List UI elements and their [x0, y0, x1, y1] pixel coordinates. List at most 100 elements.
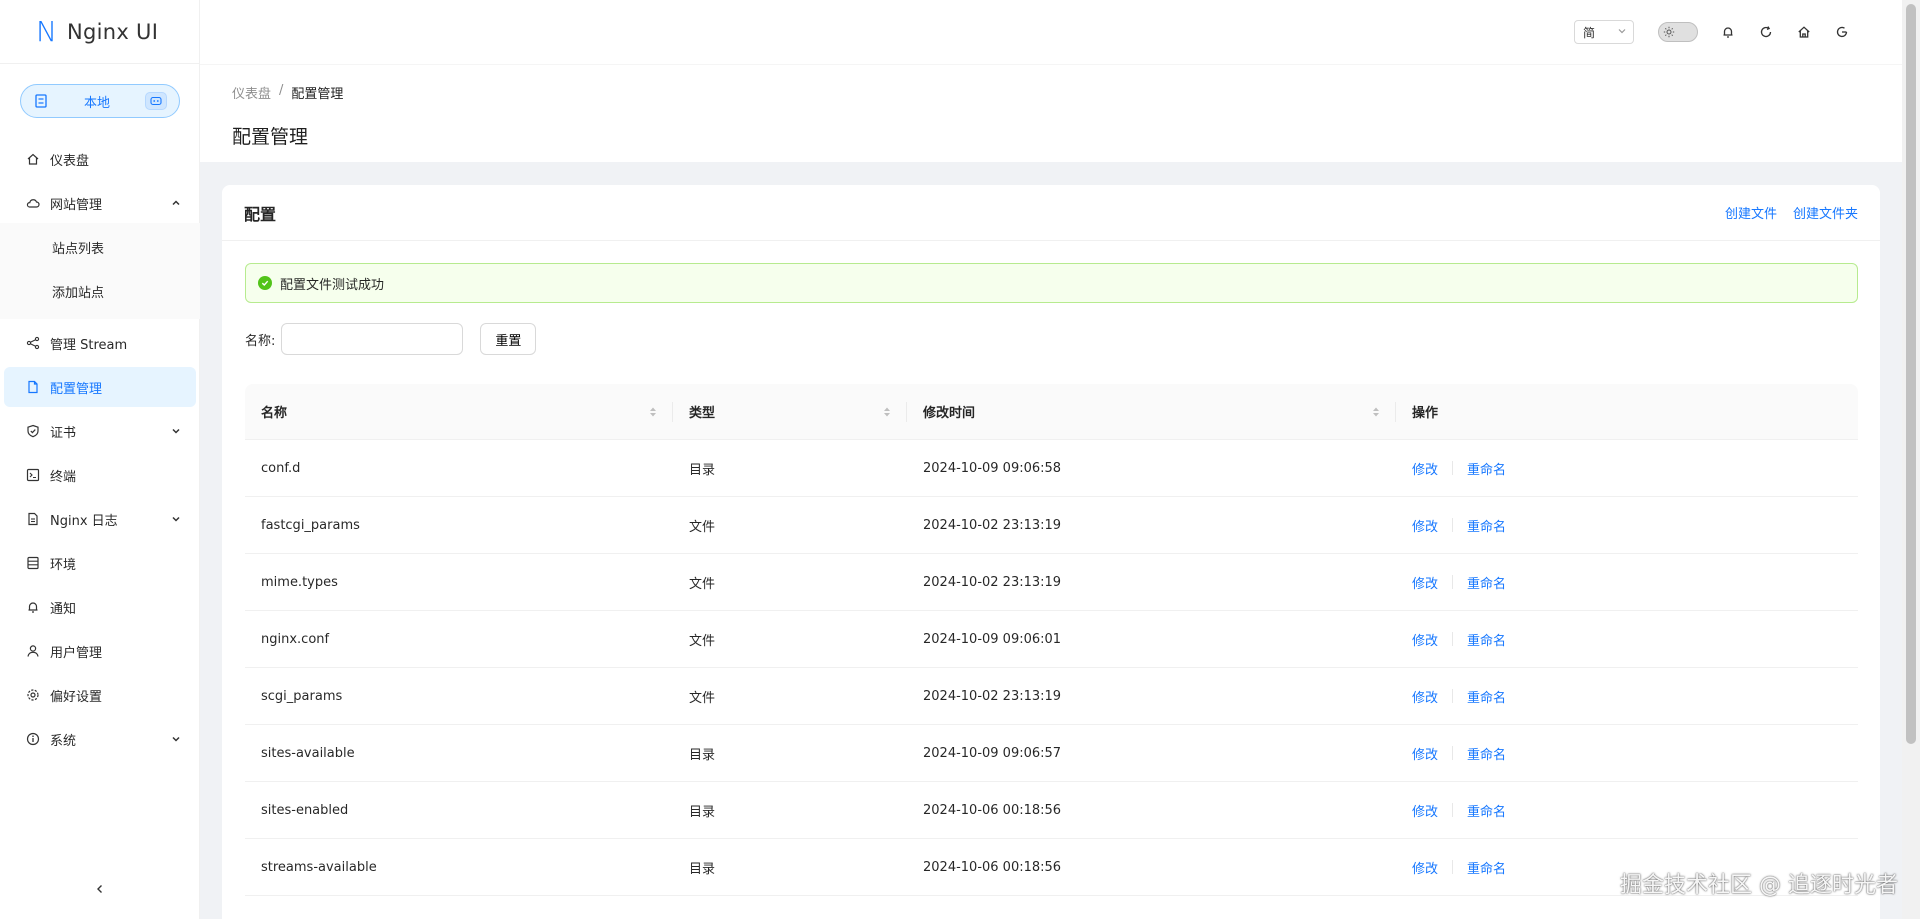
- sidebar-item-site-list[interactable]: 站点列表: [4, 227, 196, 267]
- rename-link[interactable]: 重命名: [1467, 573, 1506, 592]
- chevron-down-icon: [170, 425, 182, 437]
- table-row: streams-available 目录 2024-10-06 00:18:56 修改…: [245, 839, 1858, 896]
- sidebar-item-stream[interactable]: 管理 Stream: [4, 323, 196, 363]
- sidebar-item-label: 终端: [50, 469, 77, 485]
- sidebar-item-dashboard[interactable]: 仪表盘: [4, 139, 196, 179]
- check-circle-icon: [258, 276, 272, 290]
- action-divider: [1452, 689, 1454, 703]
- chevron-up-icon: [170, 197, 182, 209]
- sidebar-item-nginx-log[interactable]: Nginx 日志: [4, 499, 196, 539]
- scrollbar-thumb[interactable]: [1906, 4, 1916, 744]
- bell-icon: [26, 600, 40, 614]
- sidebar-item-users[interactable]: 用户管理: [4, 631, 196, 671]
- rename-link[interactable]: 重命名: [1467, 459, 1506, 478]
- rename-link[interactable]: 重命名: [1467, 858, 1506, 877]
- cell-name: sites-enabled: [261, 802, 349, 818]
- edit-link[interactable]: 修改: [1412, 858, 1438, 877]
- action-divider: [1452, 746, 1454, 760]
- rename-link[interactable]: 重命名: [1467, 516, 1506, 535]
- language-value: 简: [1583, 25, 1596, 40]
- server-icon: [33, 93, 49, 109]
- create-file-link[interactable]: 创建文件: [1725, 203, 1777, 222]
- table-body: conf.d 目录 2024-10-09 09:06:58 修改 重命名 fastcgi_…: [245, 440, 1858, 896]
- app-title: Nginx UI: [66, 19, 159, 44]
- header-toolbar: 简: [1574, 0, 1852, 64]
- sidebar-item-add-site[interactable]: 添加站点: [4, 271, 196, 311]
- search-form: 名称: 重置: [245, 323, 537, 355]
- cell-type: 文件: [689, 576, 716, 592]
- action-divider: [1452, 461, 1454, 475]
- column-header-type[interactable]: 类型: [673, 384, 907, 439]
- sidebar-item-label: 配置管理: [50, 381, 103, 397]
- logout-icon[interactable]: [1832, 22, 1852, 42]
- reset-button[interactable]: 重置: [480, 323, 537, 355]
- settings-icon: [26, 688, 40, 702]
- edit-link[interactable]: 修改: [1412, 801, 1438, 820]
- edit-link[interactable]: 修改: [1412, 459, 1438, 478]
- sidebar-item-config[interactable]: 配置管理: [4, 367, 196, 407]
- cell-actions: 修改 重命名: [1396, 497, 1858, 553]
- environment-label: 本地: [83, 95, 110, 111]
- cell-modified-time: 2024-10-09 09:06:57: [923, 745, 1062, 761]
- page-title: 配置管理: [232, 126, 309, 148]
- table-row: scgi_params 文件 2024-10-02 23:13:19 修改 重命名: [245, 668, 1858, 725]
- chevron-down-icon: [170, 513, 182, 525]
- rename-link[interactable]: 重命名: [1467, 687, 1506, 706]
- name-filter-input[interactable]: [281, 323, 464, 355]
- sidebar-item-certificates[interactable]: 证书: [4, 411, 196, 451]
- cell-type: 目录: [689, 747, 716, 763]
- sidebar-item-notifications[interactable]: 通知: [4, 587, 196, 627]
- bell-icon[interactable]: [1718, 22, 1738, 42]
- page-scrollbar[interactable]: [1902, 0, 1920, 919]
- cloud-icon: [26, 196, 40, 210]
- sites-submenu: 站点列表 添加站点: [0, 223, 200, 319]
- cell-modified-time: 2024-10-09 09:06:01: [923, 631, 1062, 647]
- environment-selector[interactable]: 本地: [20, 84, 180, 118]
- app-logo[interactable]: N Nginx UI: [0, 0, 199, 64]
- column-header-actions: 操作: [1412, 406, 1439, 421]
- card-actions: 创建文件 创建文件夹: [1725, 203, 1858, 222]
- edit-link[interactable]: 修改: [1412, 630, 1438, 649]
- cell-modified-time: 2024-10-02 23:13:19: [923, 517, 1062, 533]
- edit-link[interactable]: 修改: [1412, 744, 1438, 763]
- edit-link[interactable]: 修改: [1412, 573, 1438, 592]
- rename-link[interactable]: 重命名: [1467, 630, 1506, 649]
- cell-actions: 修改 重命名: [1396, 668, 1858, 724]
- column-header-name[interactable]: 名称: [245, 384, 673, 439]
- breadcrumb-root[interactable]: 仪表盘: [232, 83, 271, 102]
- share-icon: [26, 336, 40, 350]
- cell-modified-time: 2024-10-06 00:18:56: [923, 802, 1062, 818]
- rename-link[interactable]: 重命名: [1467, 744, 1506, 763]
- cell-type: 目录: [689, 861, 716, 877]
- card-title: 配置: [244, 204, 277, 224]
- robot-icon[interactable]: [145, 92, 167, 110]
- sidebar-item-terminal[interactable]: 终端: [4, 455, 196, 495]
- page-header: 仪表盘 / 配置管理 配置管理: [200, 64, 1902, 162]
- edit-link[interactable]: 修改: [1412, 516, 1438, 535]
- terminal-icon: [26, 468, 40, 482]
- rename-link[interactable]: 重命名: [1467, 801, 1506, 820]
- table-row: sites-available 目录 2024-10-09 09:06:57 修改 重命…: [245, 725, 1858, 782]
- cell-name: conf.d: [261, 460, 301, 476]
- database-icon: [26, 556, 40, 570]
- chevron-left-icon: [94, 883, 106, 899]
- sidebar-item-system[interactable]: 系统: [4, 719, 196, 759]
- column-header-modified-time[interactable]: 修改时间: [907, 384, 1396, 439]
- table-row: nginx.conf 文件 2024-10-09 09:06:01 修改 重命名: [245, 611, 1858, 668]
- chevron-down-icon: [170, 733, 182, 745]
- cell-actions: 修改 重命名: [1396, 554, 1858, 610]
- edit-link[interactable]: 修改: [1412, 687, 1438, 706]
- config-card: 配置 创建文件 创建文件夹 配置文件测试成功 名称: 重置 名称 类型 修改时间…: [222, 185, 1880, 919]
- sidebar-item-environment[interactable]: 环境: [4, 543, 196, 583]
- action-divider: [1452, 860, 1454, 874]
- language-select[interactable]: 简: [1574, 20, 1634, 44]
- sidebar-collapse-button[interactable]: [0, 875, 200, 907]
- cell-name: scgi_params: [261, 688, 343, 704]
- shield-icon: [26, 424, 40, 438]
- theme-toggle[interactable]: [1658, 22, 1698, 42]
- reload-icon[interactable]: [1756, 22, 1776, 42]
- create-folder-link[interactable]: 创建文件夹: [1793, 203, 1858, 222]
- sidebar-item-sites[interactable]: 网站管理: [4, 183, 196, 223]
- sidebar-item-preferences[interactable]: 偏好设置: [4, 675, 196, 715]
- home-icon[interactable]: [1794, 22, 1814, 42]
